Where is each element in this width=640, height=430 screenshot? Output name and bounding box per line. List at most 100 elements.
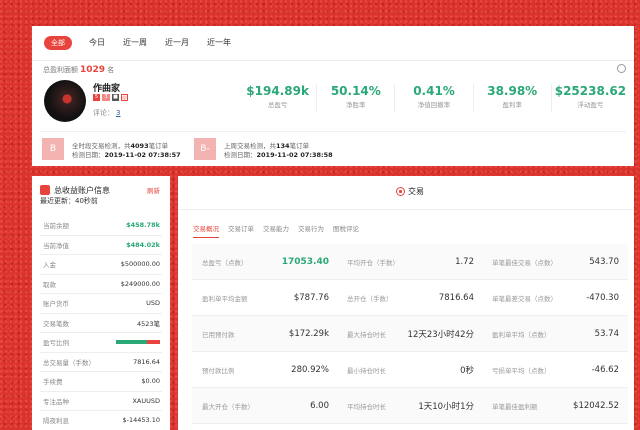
- signal-badge-icon: ◎: [121, 94, 128, 101]
- settings-icon[interactable]: [617, 64, 626, 73]
- account-row-value: $500000.00: [120, 260, 160, 269]
- avatar: [44, 80, 86, 122]
- time-filter-bar: 全部 今日 近一周 近一月 近一年: [44, 35, 249, 50]
- refresh-button[interactable]: 刷新: [147, 185, 160, 195]
- filter-week-button[interactable]: 近一周: [123, 37, 147, 48]
- account-row-label: 入金: [43, 261, 56, 270]
- metric-value: 1天10小时1分: [418, 401, 474, 412]
- metric-value: 1.72: [455, 256, 474, 267]
- metrics-row: 盈利单平均金额 $787.76 总开仓（手数） 7816.64 单笔最差交易（点数） -4…: [192, 280, 628, 316]
- metric-label: 平均持仓时长: [347, 402, 386, 411]
- metrics-row: 预付款比例 280.92% 最小持仓时长 0秒 亏损单平均（点数） -46.62: [192, 352, 628, 388]
- target-icon: [396, 187, 405, 196]
- account-row-value: $458.78k: [126, 221, 160, 230]
- trade-metrics-table: 总盈亏（点数） 17053.40 平均开仓（手数） 1.72 单笔最佳交易（点数） 543…: [192, 244, 628, 424]
- account-row: 入金 $500000.00: [40, 255, 162, 275]
- account-row: 总交易量（手数） 7816.64: [40, 353, 162, 372]
- trade-title: 交易: [396, 186, 424, 197]
- metric-label: 亏损单平均（点数）: [492, 366, 551, 375]
- metric-cell: 盈利单平均金额 $787.76: [192, 293, 337, 303]
- total-profit-suffix: 名: [107, 66, 115, 74]
- metric-value: $787.76: [293, 292, 329, 303]
- profit-loss-ratio-bar: [116, 340, 160, 345]
- total-profit-label: 总盈利面额: [43, 66, 78, 74]
- stat-drawdown: 0.41% 净值回撤率: [395, 84, 474, 112]
- metric-cell: 最大持仓时长 12天23小时42分: [337, 328, 482, 340]
- metric-label: 盈利单平均（点数）: [492, 330, 551, 339]
- account-row: 手续费 $0.00: [40, 372, 162, 392]
- trader-summary-card: 全部 今日 近一周 近一月 近一年 总盈利面额 1029 名 作曲家 5 3 ■ ◎…: [32, 26, 634, 166]
- metric-label: 预付款比例: [202, 366, 235, 375]
- account-info-panel: 总收益账户信息 刷新 最近更新：40秒前 当前余额 $458.78k 当前净值 $48…: [32, 176, 170, 430]
- filter-month-button[interactable]: 近一月: [165, 37, 189, 48]
- stat-value: $25238.62: [554, 84, 627, 98]
- metric-value: 7816.64: [438, 292, 474, 303]
- grade-icon: B-: [194, 138, 216, 160]
- trade-panel: 交易 交易概况 交易订单 交易能力 交易行为 图税评论 总盈亏（点数） 17053.40 平…: [178, 176, 634, 430]
- check-date-value: 2019-11-02 07:38:57: [104, 151, 181, 159]
- metric-label: 单笔最差交易（点数）: [492, 294, 557, 303]
- account-row-label: 账户货币: [43, 300, 69, 309]
- metric-label: 总开仓（手数）: [347, 294, 393, 303]
- stat-profit-rate: 38.98% 盈利率: [474, 84, 552, 112]
- trade-subtab[interactable]: 交易行为: [298, 223, 324, 238]
- filter-all-button[interactable]: 全部: [44, 35, 72, 50]
- account-row-label: 盈亏比例: [43, 339, 69, 348]
- metric-label: 最小持仓时长: [347, 366, 386, 375]
- metric-cell: 单笔最佳交易（点数） 543.70: [482, 257, 627, 267]
- stat-value: 38.98%: [487, 84, 538, 98]
- trade-subtabs: 交易概况 交易订单 交易能力 交易行为 图税评论: [193, 223, 368, 238]
- filter-today-button[interactable]: 今日: [89, 37, 105, 48]
- metric-label: 总盈亏（点数）: [202, 258, 248, 267]
- metric-cell: 预付款比例 280.92%: [192, 365, 337, 375]
- stat-label: 净胜率: [346, 101, 366, 109]
- account-row-value: $249000.00: [120, 279, 160, 288]
- metric-value: 12天23小时42分: [407, 329, 474, 340]
- metric-label: 最大开仓（手数）: [202, 402, 254, 411]
- stat-label: 盈利率: [502, 101, 522, 109]
- metric-cell: 平均开仓（手数） 1.72: [337, 257, 482, 267]
- stat-total-pnl: $194.89k 总盈亏: [239, 84, 318, 112]
- trade-subtab[interactable]: 交易订单: [228, 223, 254, 238]
- metric-cell: 平均持仓时长 1天10小时1分: [337, 400, 482, 412]
- account-row-label: 取款: [43, 280, 56, 289]
- metric-value: -470.30: [586, 292, 619, 303]
- metric-label: 单笔最佳盈利额: [492, 402, 538, 411]
- comment-label: 评论：: [93, 109, 114, 117]
- metric-cell: 亏损单平均（点数） -46.62: [482, 365, 627, 375]
- metric-value: 280.92%: [291, 364, 329, 375]
- profit-ratio-fill: [116, 340, 147, 345]
- stat-floating-pnl: $25238.62 浮动盈亏: [552, 84, 629, 112]
- trade-subtab[interactable]: 交易能力: [263, 223, 289, 238]
- account-row-value: 4523笔: [136, 319, 160, 328]
- metric-value: 53.74: [594, 328, 619, 339]
- metric-cell: 最小持仓时长 0秒: [337, 364, 482, 376]
- account-row-label: 交易笔数: [43, 319, 69, 328]
- level-badge-icon: 5: [93, 94, 100, 101]
- metric-label: 单笔最佳交易（点数）: [492, 258, 557, 267]
- divider: [40, 131, 626, 132]
- divider: [32, 60, 634, 61]
- account-info-table: 当前余额 $458.78k 当前净值 $484.02k 入金 $500000.00 取款 $2…: [40, 216, 162, 430]
- trade-header: 交易: [178, 176, 634, 210]
- metrics-row: 总盈亏（点数） 17053.40 平均开仓（手数） 1.72 单笔最佳交易（点数） 543…: [192, 244, 628, 280]
- account-icon: [40, 185, 50, 195]
- trade-subtab[interactable]: 交易概况: [193, 223, 219, 238]
- account-row: 取款 $249000.00: [40, 275, 162, 294]
- metric-value: -46.62: [591, 364, 619, 375]
- comment-count-link[interactable]: 3: [116, 109, 120, 117]
- metric-cell: 单笔最差交易（点数） -470.30: [482, 293, 627, 303]
- account-row-value: $-14453.10: [122, 416, 161, 425]
- filter-year-button[interactable]: 近一年: [207, 37, 231, 48]
- account-row-value: 7816.64: [133, 357, 160, 366]
- check-date: 检测日期：2019-11-02 07:38:58: [224, 149, 333, 159]
- account-row-value: USD: [146, 299, 160, 308]
- stat-value: 0.41%: [413, 84, 455, 98]
- metric-label: 平均开仓（手数）: [347, 258, 399, 267]
- trade-subtab[interactable]: 图税评论: [333, 223, 359, 238]
- total-profit-rank: 总盈利面额 1029 名: [43, 65, 114, 75]
- stat-win-rate: 50.14% 净胜率: [317, 84, 396, 112]
- metric-cell: 最大开仓（手数） 6.00: [192, 401, 337, 411]
- account-info-header: 总收益账户信息 刷新 最近更新：40秒前: [40, 183, 162, 205]
- metric-value: 17053.40: [281, 256, 329, 267]
